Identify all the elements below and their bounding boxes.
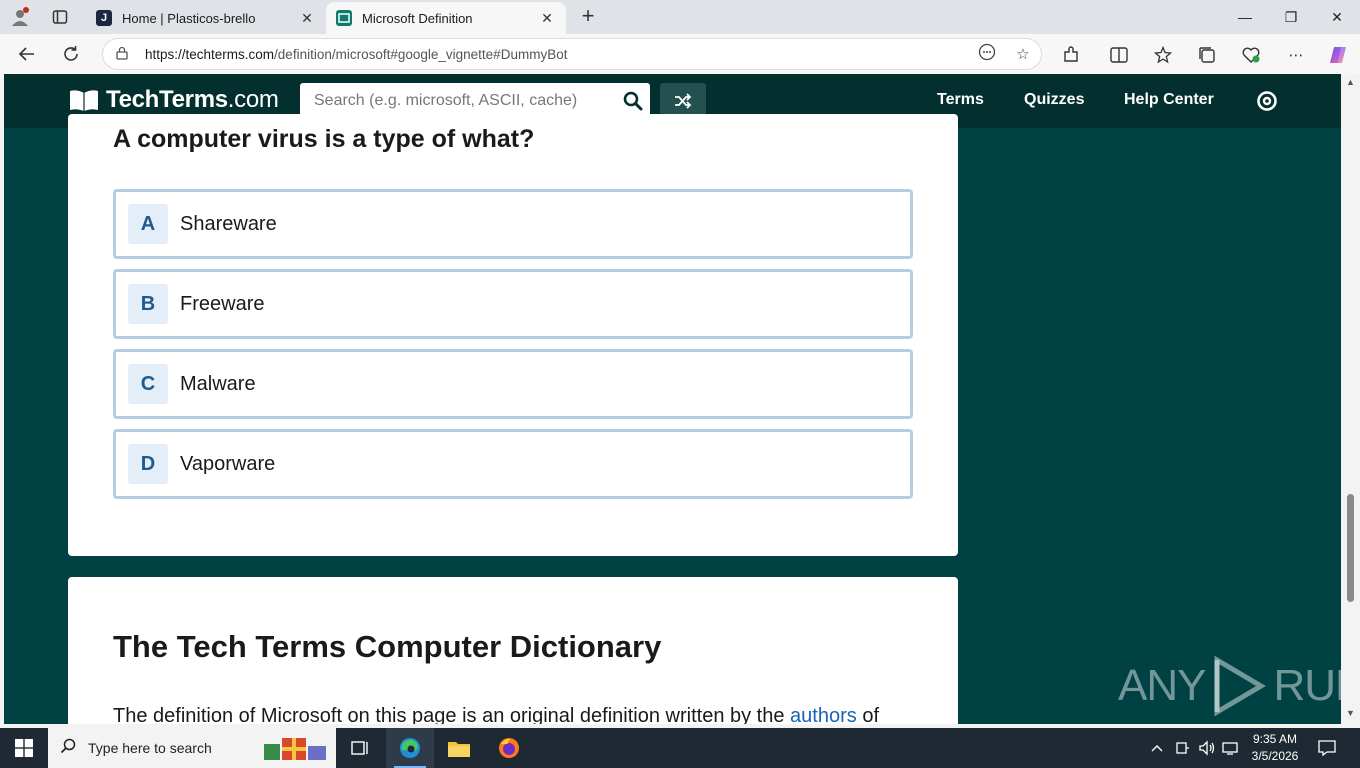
option-text: Shareware [180,212,277,235]
taskbar-search[interactable]: Type here to search [48,728,336,768]
volume-icon[interactable] [1198,728,1216,768]
dictionary-card: The Tech Terms Computer Dictionary The d… [68,577,958,724]
connection-icon[interactable] [1222,728,1240,768]
settings-gear-icon[interactable] [1256,90,1278,112]
close-tab-icon[interactable]: ✕ [538,10,556,27]
tab-microsoft-definition[interactable]: Microsoft Definition ✕ [326,2,566,34]
tab-title: Home | Plasticos-brello [122,10,256,26]
logo-main-text: TechTerms [106,86,228,113]
dictionary-text-after: of [856,705,880,724]
techterms-logo[interactable]: TechTerms .com [68,86,279,114]
notifications-icon[interactable] [1318,728,1336,768]
techterms-favicon-icon [336,10,352,26]
nav-terms[interactable]: Terms [937,91,984,109]
book-logo-icon [70,90,98,111]
edge-taskbar-icon[interactable] [386,728,434,768]
dictionary-text-before: The definition of Microsoft on this page… [113,705,791,724]
logo-suffix-text: .com [227,86,279,113]
split-screen-icon[interactable] [1106,43,1132,67]
refresh-button[interactable] [58,42,84,66]
quiz-option-b[interactable]: B Freeware [113,269,913,339]
watermark-right: RUN [1273,661,1341,710]
quiz-option-a[interactable]: A Shareware [113,189,913,259]
new-tab-button[interactable]: + [576,5,600,29]
url-text[interactable]: https://techterms.com/definition/microso… [145,47,969,62]
quiz-option-c[interactable]: C Malware [113,349,913,419]
task-view-icon[interactable] [336,728,384,768]
option-letter: B [128,284,168,324]
tab-actions-icon[interactable] [48,6,72,28]
favorites-icon[interactable] [1150,43,1176,67]
windows-taskbar: Type here to search 9:35 AM 3/5/2026 [0,728,1360,768]
option-text: Vaporware [180,452,276,475]
nav-help-center[interactable]: Help Center [1124,91,1214,109]
quiz-question: A computer virus is a type of what? [113,125,535,153]
file-explorer-icon[interactable] [435,728,483,768]
start-button[interactable] [0,728,48,768]
restore-button[interactable]: ❐ [1268,4,1314,30]
option-text: Freeware [180,292,265,315]
minimize-button[interactable]: — [1222,4,1268,30]
firefox-icon[interactable] [485,728,533,768]
tab-home-plasticos[interactable]: J Home | Plasticos-brello ✕ [86,2,326,34]
browser-tab-bar: J Home | Plasticos-brello ✕ Microsoft De… [0,0,1360,34]
tab-title: Microsoft Definition [362,10,473,26]
authors-link[interactable]: authors [790,705,857,724]
url-domain: https://techterms.com [145,46,275,62]
favorite-star-icon[interactable]: ☆ [1005,45,1041,63]
network-icon[interactable] [1174,728,1190,768]
shuffle-icon [675,93,692,109]
anyrun-watermark: ANY RUN [1118,656,1341,716]
copilot-icon[interactable] [1325,43,1351,67]
page-viewport: TechTerms.com Terms Quizzes Help Center … [4,74,1341,724]
clock-date: 3/5/2026 [1251,749,1299,763]
clock-time: 9:35 AM [1252,732,1298,746]
back-button[interactable] [14,42,40,66]
url-path: /definition/microsoft#google_vignette#Du… [274,46,568,62]
more-options-icon[interactable]: ⋯ [1283,43,1309,67]
quiz-option-d[interactable]: D Vaporware [113,429,913,499]
address-toolbar: https://techterms.com/definition/microso… [0,34,1360,74]
show-hidden-icons[interactable] [1150,728,1164,768]
quiz-card: A computer virus is a type of what? A Sh… [68,114,958,556]
extensions-icon[interactable] [1058,43,1084,67]
scroll-thumb[interactable] [1347,494,1354,602]
windows-logo-icon [15,739,33,757]
lock-icon[interactable] [115,46,145,63]
play-logo-icon [1214,656,1267,716]
taskbar-search-icon [48,738,88,759]
address-bar[interactable]: https://techterms.com/definition/microso… [102,38,1042,70]
option-letter: D [128,444,168,484]
option-letter: A [128,204,168,244]
option-letter: C [128,364,168,404]
tab-favicon: J [96,10,112,26]
browser-essentials-icon[interactable] [1238,43,1264,67]
option-text: Malware [180,372,256,395]
nav-quizzes[interactable]: Quizzes [1024,91,1084,109]
system-clock[interactable]: 9:35 AM 3/5/2026 [1240,731,1310,765]
search-input[interactable] [300,92,616,110]
scroll-up-icon[interactable]: ▲ [1345,77,1356,88]
dictionary-title: The Tech Terms Computer Dictionary [113,629,662,664]
gifts-search-highlight-icon [264,738,326,760]
reading-mode-icon[interactable] [969,43,1005,65]
page-scrollbar[interactable]: ▲ ▼ [1341,74,1360,724]
profile-icon[interactable] [8,6,32,28]
scroll-down-icon[interactable]: ▼ [1345,708,1356,719]
close-tab-icon[interactable]: ✕ [298,10,316,27]
watermark-left: ANY [1118,661,1206,710]
dictionary-text: The definition of Microsoft on this page… [113,705,879,724]
taskbar-search-text: Type here to search [88,740,212,756]
collections-icon[interactable] [1194,43,1220,67]
close-window-button[interactable]: ✕ [1314,4,1360,30]
